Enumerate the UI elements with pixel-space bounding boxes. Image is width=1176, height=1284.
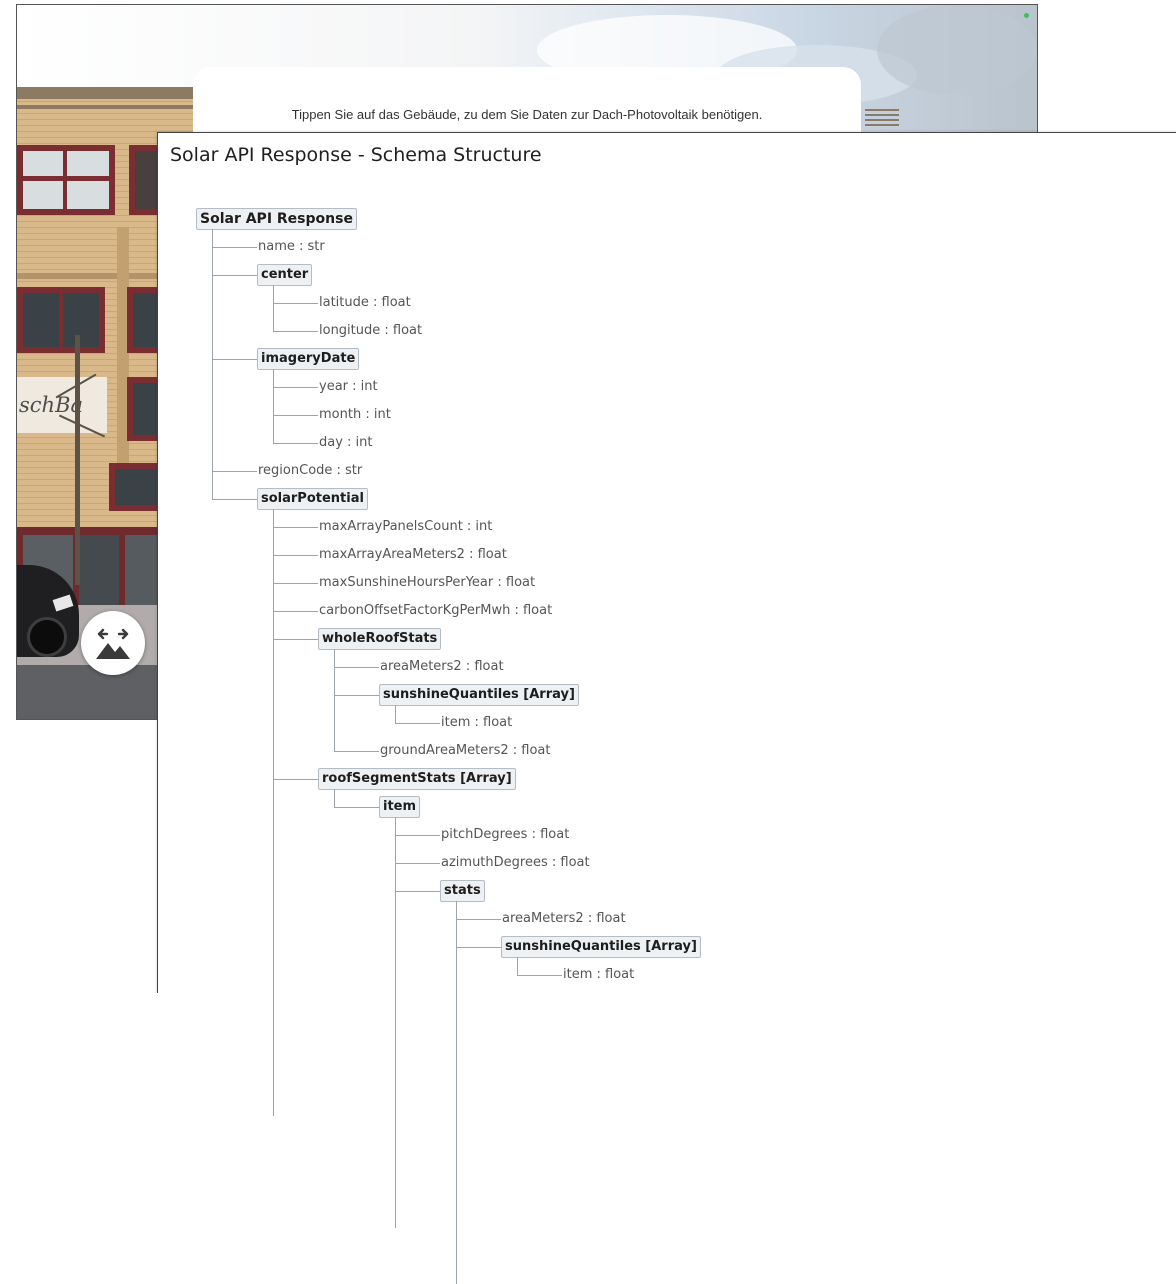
schema-object-sunshinequantiles-array: sunshineQuantiles [Array]: [501, 936, 701, 958]
tree-connector: [395, 817, 396, 1228]
tree-connector: [273, 415, 318, 416]
tree-connector: [273, 611, 318, 612]
tree-connector: [273, 443, 318, 444]
schema-field-maxarraypanelscount-int: maxArrayPanelsCount : int: [319, 519, 493, 534]
schema-field-month-int: month : int: [319, 407, 391, 422]
tree-connector: [273, 285, 274, 332]
schema-field-pitchdegrees-float: pitchDegrees : float: [441, 827, 570, 842]
tree-connector: [334, 695, 379, 696]
schema-field-name-str: name : str: [258, 239, 325, 254]
schema-field-item-float: item : float: [441, 715, 513, 730]
status-indicator: [1024, 13, 1029, 18]
tree-connector: [273, 303, 318, 304]
tree-connector: [456, 901, 457, 1284]
schema-object-roofsegmentstats-array: roofSegmentStats [Array]: [318, 768, 516, 790]
tree-trunk: [75, 335, 80, 585]
tree-connector: [395, 891, 440, 892]
schema-object-stats: stats: [440, 880, 485, 902]
tree-connector: [273, 331, 318, 332]
tree-connector: [334, 807, 379, 808]
tree-connector: [273, 387, 318, 388]
tree-connector: [395, 835, 440, 836]
schema-field-areameters2-float: areaMeters2 : float: [502, 911, 626, 926]
tree-connector: [212, 359, 257, 360]
tree-connector: [212, 499, 257, 500]
tree-connector: [273, 369, 274, 444]
schema-field-longitude-float: longitude : float: [319, 323, 423, 338]
schema-object-solarpotential: solarPotential: [257, 488, 368, 510]
tree-connector: [273, 639, 318, 640]
storefront-sign: schBa: [17, 377, 107, 433]
tree-connector: [517, 957, 518, 976]
tree-connector: [273, 555, 318, 556]
tree-connector: [334, 667, 379, 668]
schema-tree: Solar API Response name : str center latitu…: [158, 133, 1176, 1284]
tree-connector: [212, 247, 257, 248]
tree-connector: [273, 509, 274, 1116]
schema-window: Solar API Response - Schema Structure So…: [157, 132, 1176, 1284]
schema-field-maxsunshinehoursperyear-float: maxSunshineHoursPerYear : float: [319, 575, 536, 590]
instruction-text: Tippen Sie auf das Gebäude, zu dem Sie D…: [291, 107, 763, 122]
tree-connector: [212, 229, 213, 500]
schema-field-latitude-float: latitude : float: [319, 295, 411, 310]
schema-object-item: item: [379, 796, 421, 818]
tree-connector: [273, 527, 318, 528]
view-toggle-button[interactable]: [81, 611, 145, 675]
schema-field-maxarrayareameters2-float: maxArrayAreaMeters2 : float: [319, 547, 507, 562]
tree-connector: [334, 789, 335, 808]
tree-connector: [334, 649, 335, 752]
schema-field-regioncode-str: regionCode : str: [258, 463, 363, 478]
tree-connector: [395, 705, 396, 724]
schema-object-solar-api-response: Solar API Response: [196, 208, 357, 230]
tree-connector: [395, 863, 440, 864]
schema-object-wholeroofstats: wholeRoofStats: [318, 628, 442, 650]
schema-field-day-int: day : int: [319, 435, 373, 450]
schema-object-imagerydate: imageryDate: [257, 348, 360, 370]
tree-connector: [212, 471, 257, 472]
schema-field-year-int: year : int: [319, 379, 378, 394]
schema-field-azimuthdegrees-float: azimuthDegrees : float: [441, 855, 590, 870]
schema-field-groundareameters2-float: groundAreaMeters2 : float: [380, 743, 551, 758]
schema-object-center: center: [257, 264, 313, 286]
tree-connector: [273, 779, 318, 780]
tree-connector: [456, 919, 501, 920]
swap-view-mountain-icon: [96, 628, 130, 659]
tree-connector: [273, 583, 318, 584]
tree-connector: [456, 947, 501, 948]
tree-connector: [395, 723, 440, 724]
tree-connector: [212, 275, 257, 276]
schema-field-carbonoffsetfactorkgpermwh-float: carbonOffsetFactorKgPerMwh : float: [319, 603, 553, 618]
schema-object-sunshinequantiles-array: sunshineQuantiles [Array]: [379, 684, 579, 706]
schema-field-item-float: item : float: [563, 967, 635, 982]
schema-field-areameters2-float: areaMeters2 : float: [380, 659, 504, 674]
tree-connector: [334, 751, 379, 752]
